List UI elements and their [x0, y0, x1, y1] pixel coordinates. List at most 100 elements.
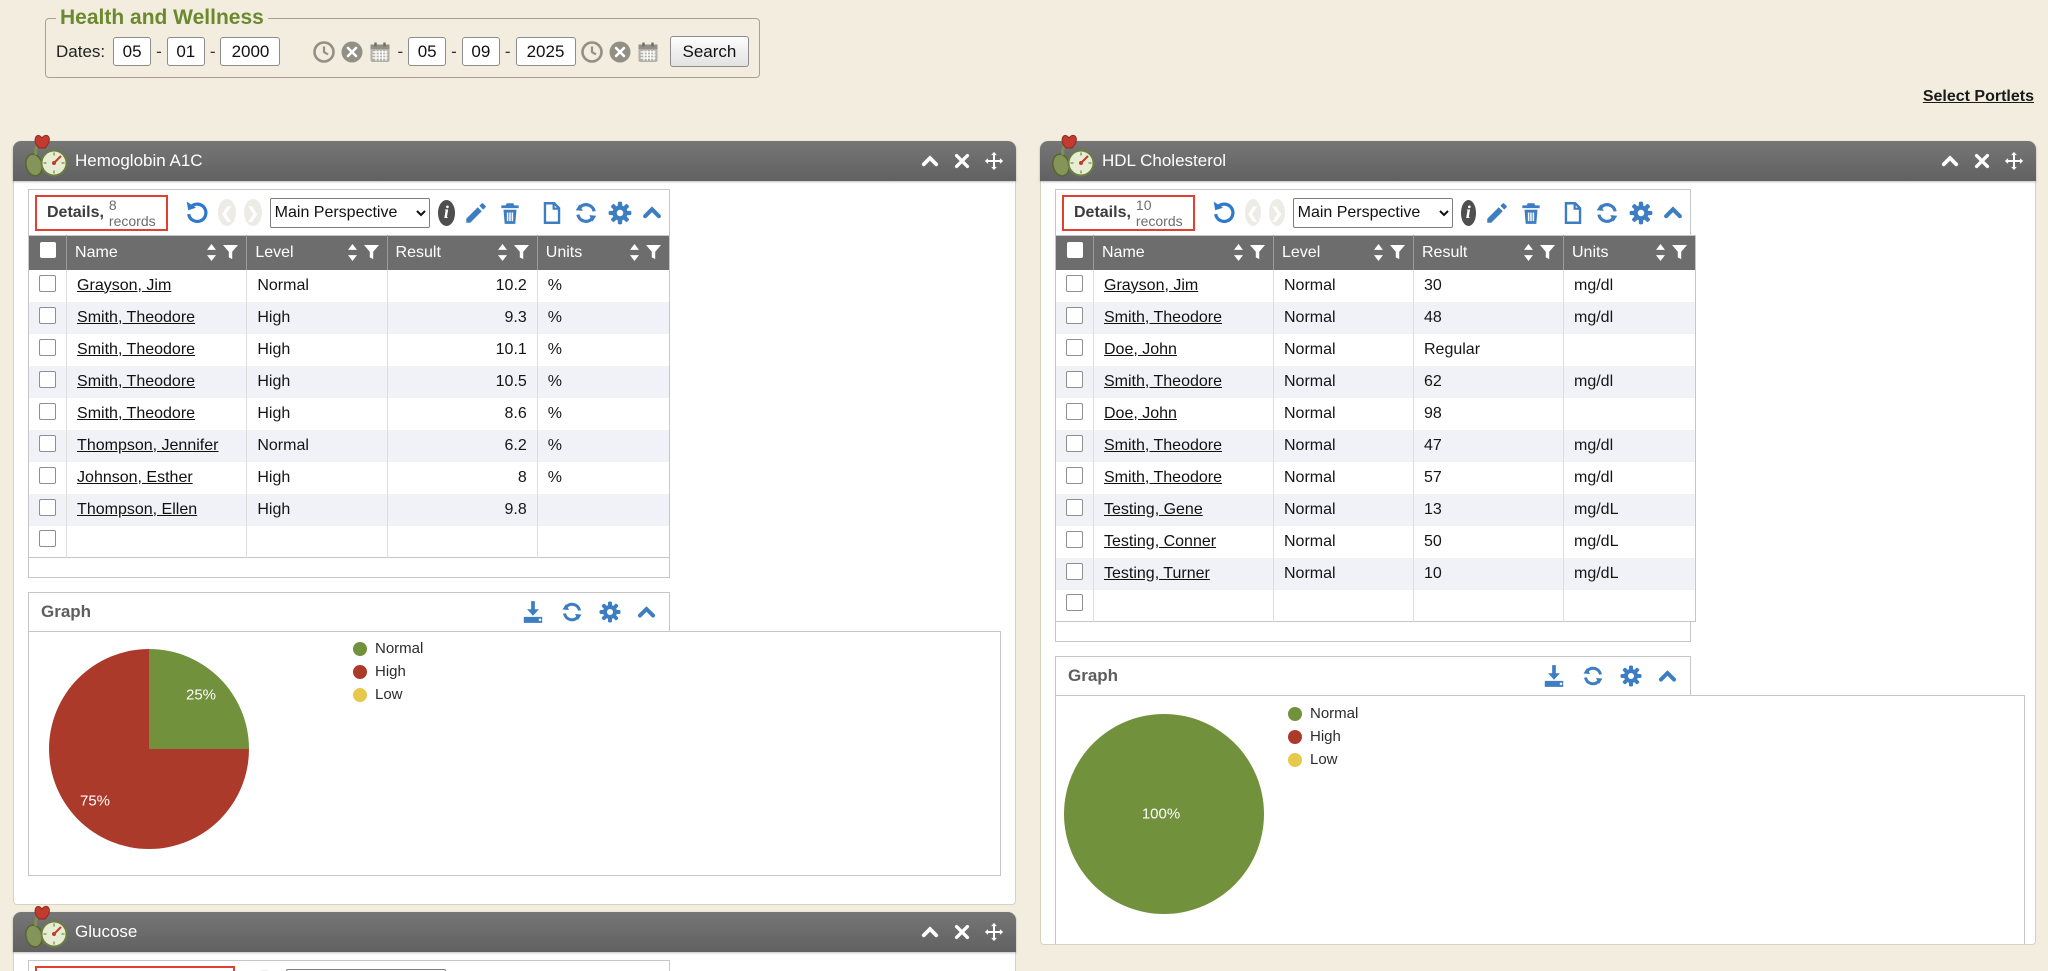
- edit-icon[interactable]: [463, 200, 489, 226]
- from-month-input[interactable]: [113, 37, 151, 66]
- row-checkbox[interactable]: [1066, 339, 1083, 356]
- patient-link[interactable]: Johnson, Esther: [77, 469, 193, 486]
- row-checkbox[interactable]: [39, 339, 56, 356]
- from-day-input[interactable]: [167, 37, 205, 66]
- patient-link[interactable]: Doe, John: [1104, 341, 1177, 358]
- search-button[interactable]: Search: [670, 36, 750, 67]
- patient-link[interactable]: Thompson, Jennifer: [77, 437, 218, 454]
- row-checkbox[interactable]: [1066, 435, 1083, 452]
- row-checkbox[interactable]: [39, 403, 56, 420]
- sort-icon[interactable]: [206, 244, 217, 261]
- next-page-icon[interactable]: ❯: [244, 199, 262, 226]
- from-calendar-icon[interactable]: [368, 40, 392, 64]
- row-checkbox[interactable]: [1066, 563, 1083, 580]
- patient-link[interactable]: Smith, Theodore: [77, 405, 195, 422]
- filter-funnel-icon[interactable]: [1390, 245, 1405, 260]
- sort-icon[interactable]: [1523, 244, 1534, 261]
- settings-gear-icon[interactable]: [1628, 200, 1654, 226]
- row-checkbox[interactable]: [39, 371, 56, 388]
- prev-page-icon[interactable]: ❮: [1245, 199, 1261, 226]
- patient-link[interactable]: Doe, John: [1104, 405, 1177, 422]
- row-checkbox[interactable]: [1066, 467, 1083, 484]
- to-day-input[interactable]: [462, 37, 500, 66]
- row-checkbox[interactable]: [39, 275, 56, 292]
- filter-funnel-icon[interactable]: [364, 245, 379, 260]
- perspective-select[interactable]: Main Perspective: [270, 198, 430, 228]
- row-checkbox[interactable]: [39, 435, 56, 452]
- collapse-panel-icon[interactable]: [1662, 202, 1684, 224]
- from-clock-icon[interactable]: [312, 40, 336, 64]
- undo-icon[interactable]: [1211, 200, 1237, 226]
- sort-icon[interactable]: [629, 244, 640, 261]
- row-checkbox[interactable]: [1066, 531, 1083, 548]
- filter-funnel-icon[interactable]: [646, 245, 661, 260]
- edit-icon[interactable]: [1484, 200, 1510, 226]
- close-portlet-icon[interactable]: [952, 922, 972, 942]
- settings-gear-icon[interactable]: [1619, 664, 1643, 688]
- from-clear-icon[interactable]: [340, 40, 364, 64]
- settings-gear-icon[interactable]: [598, 600, 622, 624]
- patient-link[interactable]: Smith, Theodore: [77, 373, 195, 390]
- patient-link[interactable]: Testing, Conner: [1104, 533, 1216, 550]
- patient-link[interactable]: Smith, Theodore: [77, 341, 195, 358]
- refresh-icon[interactable]: [573, 200, 599, 226]
- patient-link[interactable]: Testing, Turner: [1104, 565, 1210, 582]
- patient-link[interactable]: Smith, Theodore: [1104, 437, 1222, 454]
- collapse-portlet-icon[interactable]: [920, 151, 940, 171]
- row-checkbox[interactable]: [1066, 275, 1083, 292]
- filter-funnel-icon[interactable]: [1250, 245, 1265, 260]
- patient-link[interactable]: Thompson, Ellen: [77, 501, 197, 518]
- name-column-header[interactable]: Name: [1094, 236, 1274, 270]
- filter-funnel-icon[interactable]: [514, 245, 529, 260]
- perspective-select[interactable]: Main Perspective: [1293, 198, 1453, 228]
- move-portlet-icon[interactable]: [984, 151, 1004, 171]
- patient-link[interactable]: Grayson, Jim: [77, 277, 171, 294]
- filter-funnel-icon[interactable]: [223, 245, 238, 260]
- select-all-header[interactable]: [1056, 236, 1094, 270]
- filter-funnel-icon[interactable]: [1540, 245, 1555, 260]
- settings-gear-icon[interactable]: [607, 200, 633, 226]
- result-column-header[interactable]: Result: [387, 236, 537, 270]
- to-month-input[interactable]: [408, 37, 446, 66]
- row-checkbox[interactable]: [1066, 499, 1083, 516]
- to-year-input[interactable]: [516, 37, 576, 66]
- units-column-header[interactable]: Units: [537, 236, 669, 270]
- sort-icon[interactable]: [347, 244, 358, 261]
- new-document-icon[interactable]: [539, 200, 565, 226]
- patient-link[interactable]: Testing, Gene: [1104, 501, 1203, 518]
- result-column-header[interactable]: Result: [1414, 236, 1564, 270]
- refresh-icon[interactable]: [1581, 664, 1605, 688]
- from-year-input[interactable]: [220, 37, 280, 66]
- filter-funnel-icon[interactable]: [1672, 245, 1687, 260]
- collapse-portlet-icon[interactable]: [1940, 151, 1960, 171]
- collapse-panel-icon[interactable]: [636, 602, 657, 623]
- name-column-header[interactable]: Name: [67, 236, 247, 270]
- download-icon[interactable]: [520, 599, 546, 625]
- row-checkbox[interactable]: [1066, 307, 1083, 324]
- row-checkbox[interactable]: [1066, 403, 1083, 420]
- refresh-icon[interactable]: [560, 600, 584, 624]
- patient-link[interactable]: Smith, Theodore: [77, 309, 195, 326]
- close-portlet-icon[interactable]: [952, 151, 972, 171]
- move-portlet-icon[interactable]: [984, 922, 1004, 942]
- collapse-panel-icon[interactable]: [641, 202, 663, 224]
- new-document-icon[interactable]: [1560, 200, 1586, 226]
- info-icon[interactable]: i: [1461, 200, 1476, 226]
- row-checkbox[interactable]: [1066, 371, 1083, 388]
- sort-icon[interactable]: [1655, 244, 1666, 261]
- patient-link[interactable]: Smith, Theodore: [1104, 309, 1222, 326]
- patient-link[interactable]: Grayson, Jim: [1104, 277, 1198, 294]
- level-column-header[interactable]: Level: [247, 236, 387, 270]
- close-portlet-icon[interactable]: [1972, 151, 1992, 171]
- units-column-header[interactable]: Units: [1564, 236, 1696, 270]
- next-page-icon[interactable]: ❯: [1269, 199, 1285, 226]
- refresh-icon[interactable]: [1594, 200, 1620, 226]
- patient-link[interactable]: Smith, Theodore: [1104, 469, 1222, 486]
- sort-icon[interactable]: [1373, 244, 1384, 261]
- undo-icon[interactable]: [184, 200, 210, 226]
- select-all-header[interactable]: [29, 236, 67, 270]
- row-checkbox[interactable]: [39, 467, 56, 484]
- row-checkbox[interactable]: [39, 530, 56, 547]
- row-checkbox[interactable]: [39, 307, 56, 324]
- prev-page-icon[interactable]: ❮: [218, 199, 236, 226]
